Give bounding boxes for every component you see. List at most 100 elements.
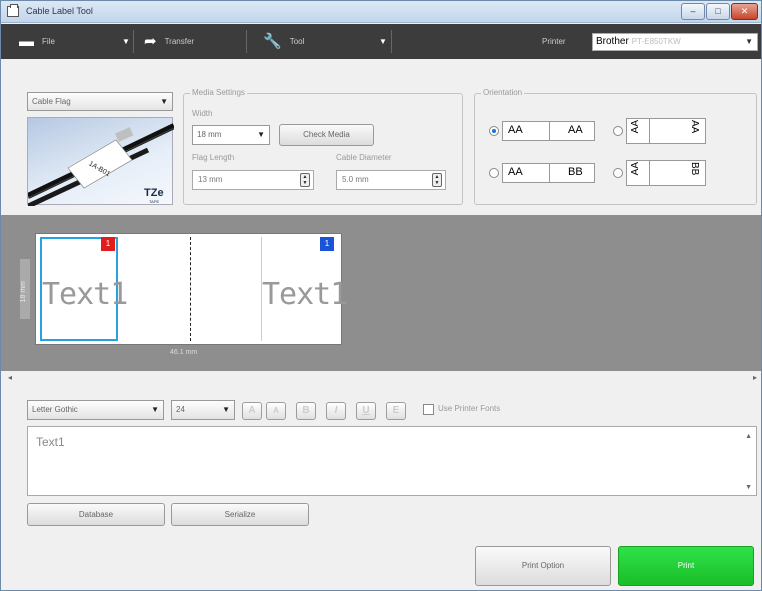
orientation-option-2[interactable]: AA AA <box>626 118 706 144</box>
width-select[interactable]: 18 mm ▼ <box>192 125 270 145</box>
orientation-radio-4[interactable] <box>613 168 623 178</box>
printer-model: PT-E850TKW <box>631 37 681 46</box>
orientation-title: Orientation <box>481 88 525 97</box>
app-icon <box>7 4 19 17</box>
editor-text: Text1 <box>36 435 65 449</box>
bold-button[interactable]: B <box>296 402 316 420</box>
orientation-option-3[interactable]: AA BB <box>502 163 595 183</box>
title-bar: Cable Label Tool – □ ✕ <box>1 1 761 23</box>
use-printer-fonts-checkbox[interactable] <box>423 404 434 415</box>
print-button[interactable]: Print <box>618 546 754 586</box>
chevron-down-icon: ▼ <box>160 97 168 106</box>
file-icon: ▬ <box>19 33 34 51</box>
orientation-divider <box>549 164 550 182</box>
scroll-up-icon[interactable]: ▲ <box>745 433 752 440</box>
minimize-button[interactable]: – <box>681 3 705 20</box>
label-dimension: 46.1 mm <box>170 349 198 356</box>
flag-length-value: 13 mm <box>198 175 223 184</box>
transfer-menu[interactable]: ➦ Transfer <box>144 24 194 59</box>
media-settings-group: Media Settings Width 18 mm ▼ Check Media… <box>183 88 463 205</box>
orientation-3-left: AA <box>508 166 523 178</box>
orientation-1-left: AA <box>508 124 523 136</box>
vertical-ruler: 18 mm <box>20 259 30 319</box>
serialize-button[interactable]: Serialize <box>171 503 309 526</box>
close-button[interactable]: ✕ <box>731 3 758 20</box>
flag-length-input[interactable]: 13 mm ▲ ▼ <box>192 170 314 190</box>
orientation-4-right: BB <box>689 162 700 176</box>
underline-button[interactable]: U <box>356 402 376 420</box>
cable-diameter-input[interactable]: 5.0 mm ▲ ▼ <box>336 170 446 190</box>
cut-line <box>190 237 191 341</box>
app-window: Cable Label Tool – □ ✕ ▬ File ▼ ➦ Transfer… <box>0 0 762 591</box>
chevron-down-icon: ▼ <box>151 405 159 414</box>
orientation-3-right: BB <box>568 166 583 178</box>
font-size-select[interactable]: 24 ▼ <box>171 400 235 420</box>
orientation-radio-3[interactable] <box>489 168 499 178</box>
label-layout: 1 1 Text1 Text1 <box>35 233 348 345</box>
font-grow-button[interactable]: A <box>242 402 262 420</box>
cable-diameter-label: Cable Diameter <box>336 153 392 162</box>
spinner-icon[interactable]: ▲ ▼ <box>300 173 310 187</box>
label-type-select[interactable]: Cable Flag ▼ <box>27 92 173 111</box>
left-badge: 1 <box>101 237 115 251</box>
width-value: 18 mm <box>197 130 222 139</box>
tze-logo-sub: TAPE <box>149 199 159 204</box>
italic-button[interactable]: I <box>326 402 346 420</box>
flag-length-label: Flag Length <box>192 153 235 162</box>
database-button[interactable]: Database <box>27 503 165 526</box>
check-media-button[interactable]: Check Media <box>279 124 374 146</box>
toolbar: ▬ File ▼ ➦ Transfer 🔧 Tool ▼ Printer Brothe… <box>1 24 761 59</box>
label-canvas: 18 mm 1 1 Text1 Text1 46.1 mm <box>1 215 761 371</box>
ruler-value: 18 mm <box>20 281 27 303</box>
printer-label: Printer <box>542 37 566 46</box>
orientation-1-right: AA <box>568 124 583 136</box>
horizontal-scrollbar[interactable]: ◂ ▸ <box>1 371 761 386</box>
maximize-button[interactable]: □ <box>706 3 730 20</box>
chevron-down-icon[interactable]: ▼ <box>379 24 387 59</box>
left-label-text[interactable]: Text1 <box>42 277 128 312</box>
scroll-down-icon[interactable]: ▼ <box>745 484 752 491</box>
orientation-2-left: AA <box>630 120 641 134</box>
transfer-arrow-icon: ➦ <box>144 33 157 51</box>
spinner-icon[interactable]: ▲ ▼ <box>432 173 442 187</box>
file-menu[interactable]: ▬ File <box>19 24 55 59</box>
orientation-radio-1[interactable] <box>489 126 499 136</box>
orientation-divider <box>649 161 650 185</box>
font-select[interactable]: Letter Gothic ▼ <box>27 400 164 420</box>
orientation-2-right: AA <box>689 120 700 134</box>
chevron-down-icon: ▼ <box>745 37 753 46</box>
tool-menu-label: Tool <box>289 37 305 46</box>
scroll-left-icon[interactable]: ◂ <box>8 373 12 382</box>
orientation-4-left: AA <box>630 162 641 176</box>
font-shrink-button[interactable]: A <box>266 402 286 420</box>
label-preview-image: 1A-B01 TZe TAPE <box>27 117 174 206</box>
printer-select[interactable]: Brother PT-E850TKW ▼ <box>592 33 758 51</box>
label-text-editor[interactable]: Text1 ▲ ▼ <box>27 426 757 496</box>
window-title: Cable Label Tool <box>26 6 93 16</box>
font-size-value: 24 <box>176 405 185 414</box>
scroll-right-icon[interactable]: ▸ <box>753 373 757 382</box>
use-printer-fonts-label: Use Printer Fonts <box>438 404 501 413</box>
orientation-divider <box>549 122 550 140</box>
transfer-menu-label: Transfer <box>164 37 195 46</box>
print-option-button[interactable]: Print Option <box>475 546 611 586</box>
chevron-down-icon: ▼ <box>222 405 230 414</box>
cable-diameter-value: 5.0 mm <box>342 175 369 184</box>
wrench-icon: 🔧 <box>263 33 282 51</box>
tool-menu[interactable]: 🔧 Tool <box>263 24 304 59</box>
edit-panel: Letter Gothic ▼ 24 ▼ A A B I U E Use Pri… <box>1 386 761 590</box>
chevron-down-icon[interactable]: ▼ <box>122 24 130 59</box>
orientation-option-4[interactable]: AA BB <box>626 160 706 186</box>
frame-button[interactable]: E <box>386 402 406 420</box>
orientation-radio-2[interactable] <box>613 126 623 136</box>
toolbar-divider <box>246 30 247 53</box>
tze-logo-text: TZe <box>144 187 164 199</box>
orientation-group: Orientation AA AA AA AA AA BB AA BB <box>474 88 757 205</box>
label-type-value: Cable Flag <box>32 97 71 106</box>
width-label: Width <box>192 109 213 118</box>
toolbar-divider <box>391 30 392 53</box>
right-badge: 1 <box>320 237 334 251</box>
right-label-text[interactable]: Text1 <box>262 277 348 312</box>
orientation-option-1[interactable]: AA AA <box>502 121 595 141</box>
chevron-down-icon: ▼ <box>257 130 265 139</box>
